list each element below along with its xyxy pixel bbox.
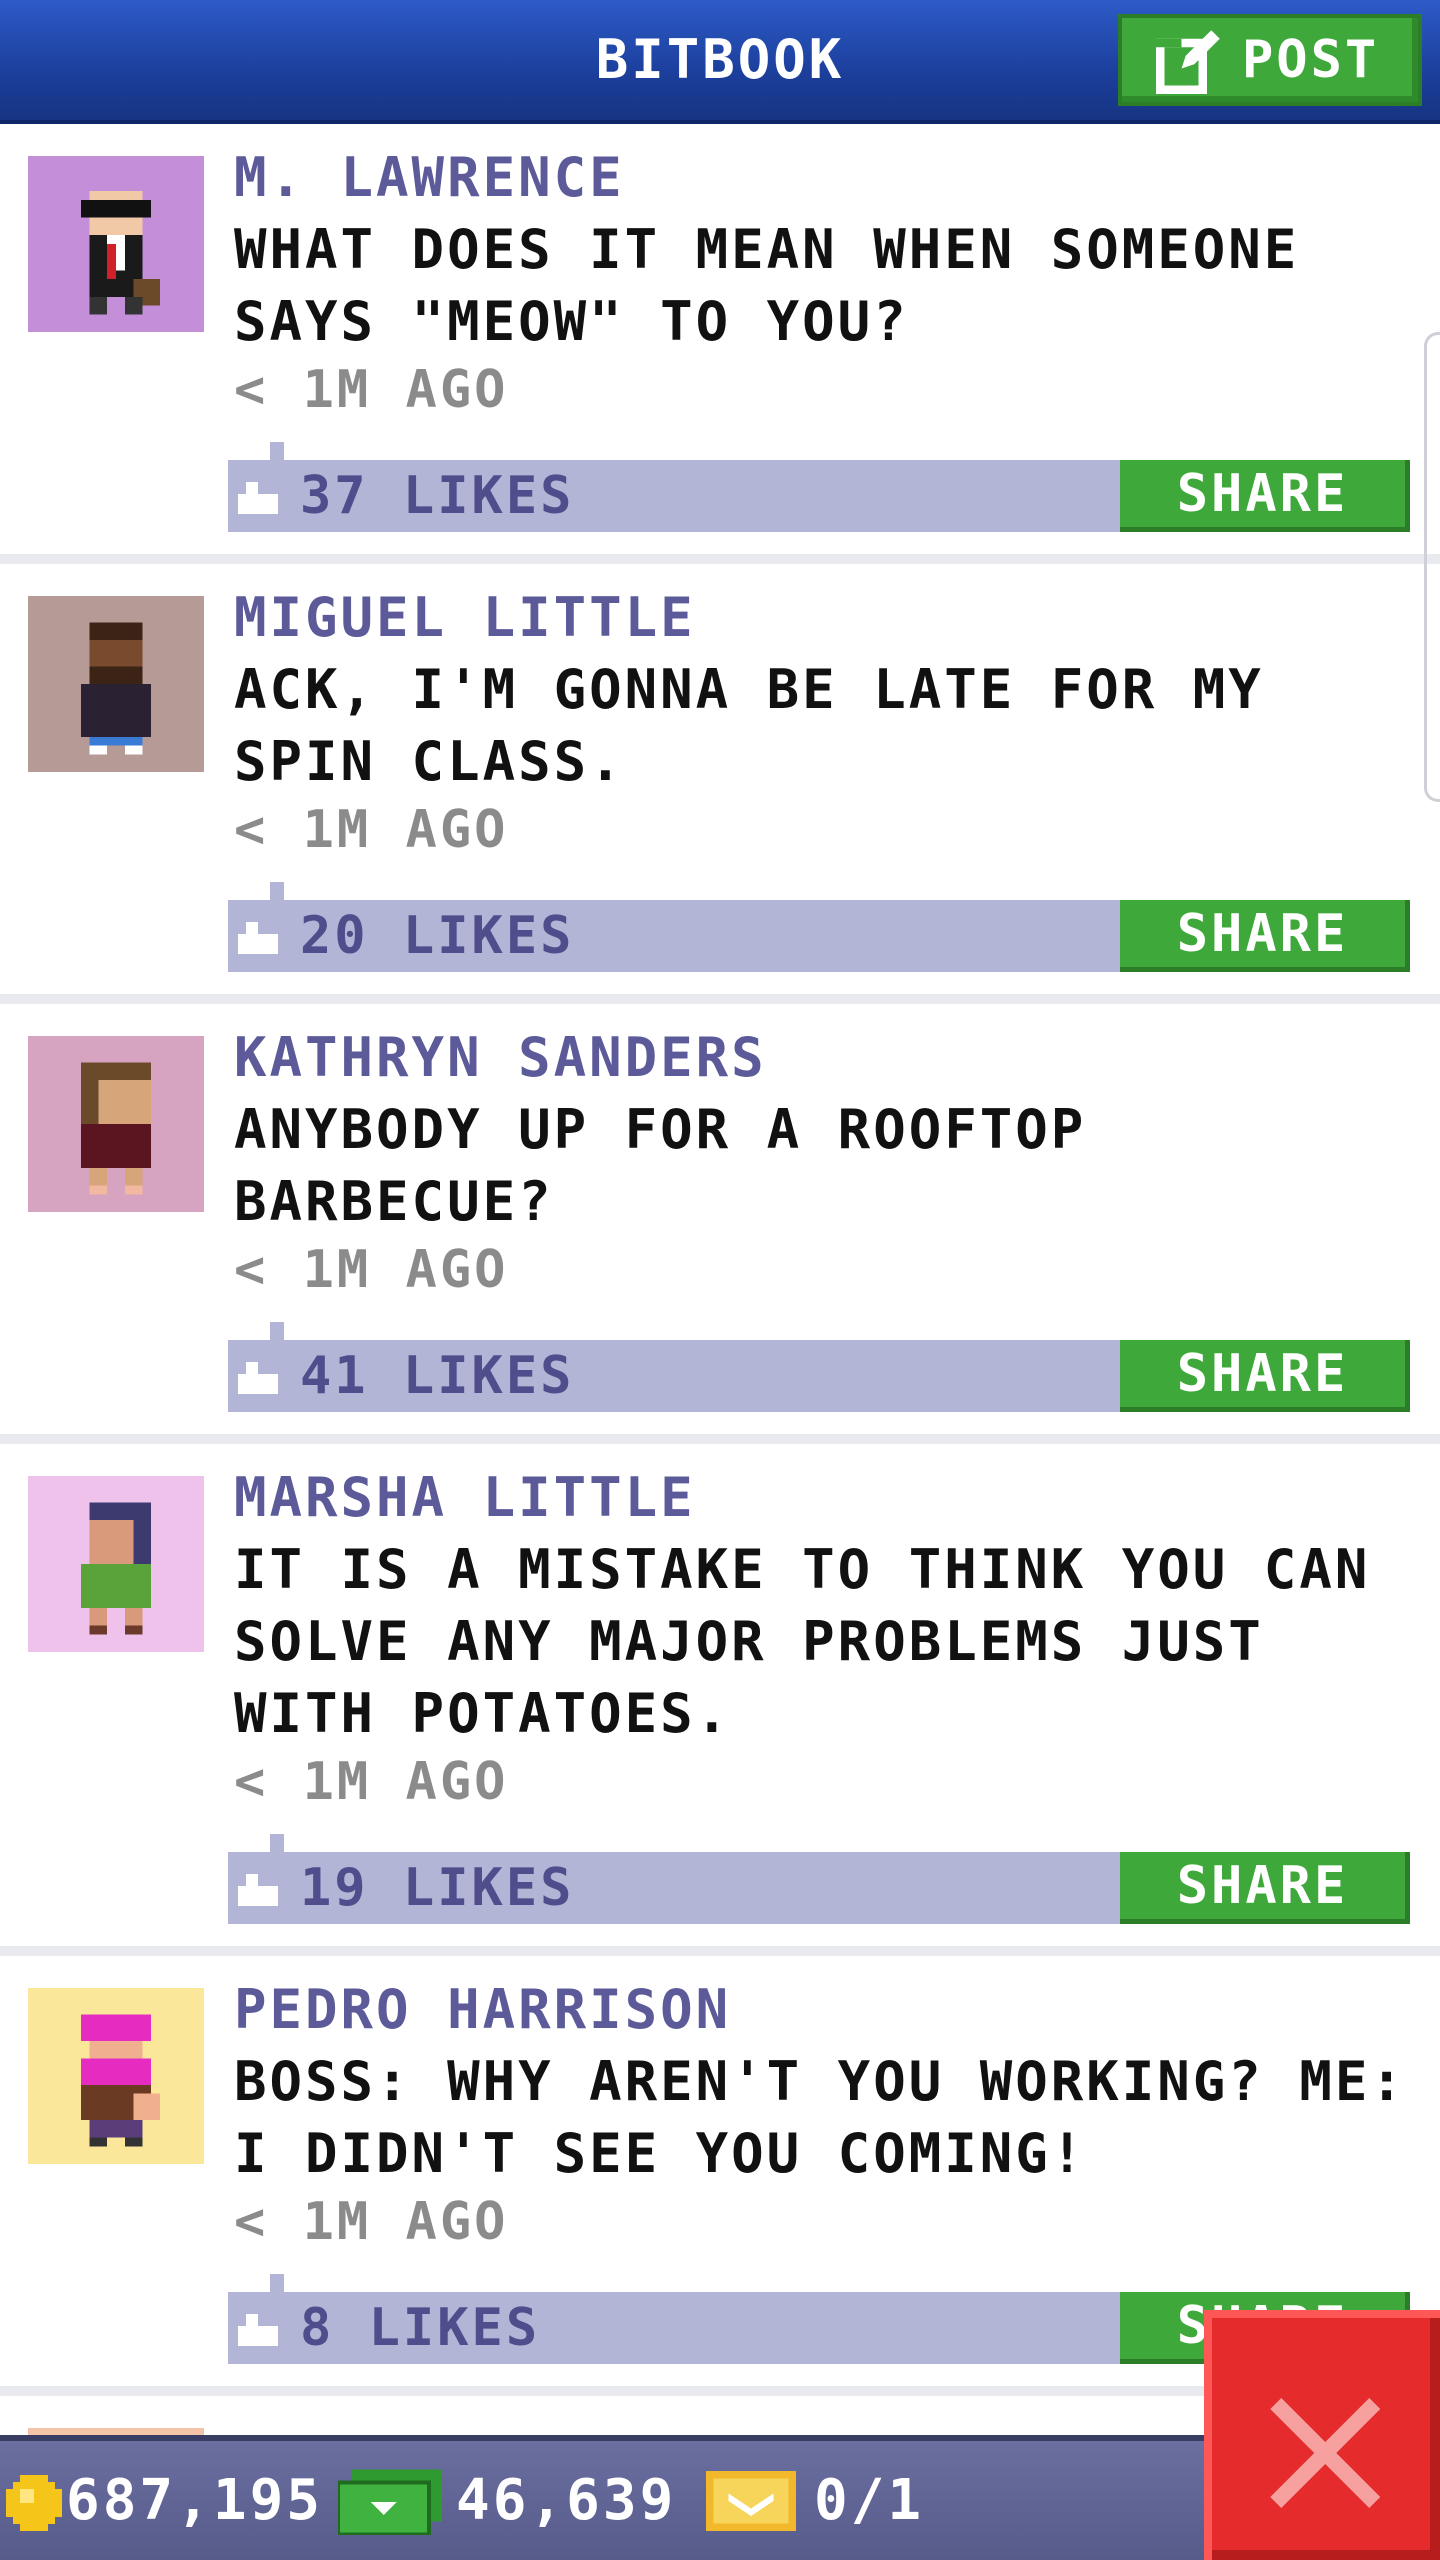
- thumbs-up-icon[interactable]: [238, 482, 278, 514]
- avatar[interactable]: [28, 1476, 204, 1652]
- post-author: M. LAWRENCE: [234, 146, 625, 209]
- post-author: MIGUEL LITTLE: [234, 586, 696, 649]
- post-author: MARSHA LITTLE: [234, 1466, 696, 1529]
- bux-icon: [338, 2469, 442, 2535]
- post-button-label: POST: [1242, 30, 1380, 90]
- post-message: ACK, I'M GONNA BE LATE FOR MY SPIN CLASS…: [234, 658, 1264, 793]
- coin-icon: [6, 2475, 62, 2531]
- avatar[interactable]: [28, 1036, 204, 1212]
- close-button[interactable]: [1204, 2310, 1440, 2560]
- thumbs-up-icon[interactable]: [238, 1362, 278, 1394]
- thumbs-up-icon[interactable]: [238, 922, 278, 954]
- likes-count: 8 LIKES: [300, 2298, 541, 2358]
- thumbs-up-icon[interactable]: [238, 2314, 278, 2346]
- post-message: BOSS: WHY AREN'T YOU WORKING? ME: I DIDN…: [234, 2050, 1406, 2185]
- ticket-icon: [706, 2471, 796, 2531]
- post-message: WHAT DOES IT MEAN WHEN SOMEONE SAYS "MEO…: [234, 218, 1300, 353]
- edit-icon: [1156, 30, 1220, 94]
- avatar[interactable]: [28, 1988, 204, 2164]
- feed-post: MIGUEL LITTLE ACK, I'M GONNA BE LATE FOR…: [0, 564, 1440, 1004]
- post-time: < 1M AGO: [234, 2192, 509, 2252]
- post-time: < 1M AGO: [234, 1240, 509, 1300]
- post-button[interactable]: POST: [1118, 14, 1422, 106]
- scroll-indicator: [1424, 332, 1440, 802]
- close-icon: [1270, 2398, 1380, 2508]
- post-time: < 1M AGO: [234, 800, 509, 860]
- likes-count: 20 LIKES: [300, 906, 575, 966]
- feed-post: M. LAWRENCE WHAT DOES IT MEAN WHEN SOMEO…: [0, 124, 1440, 564]
- share-button[interactable]: SHARE: [1120, 1852, 1410, 1924]
- app-header: BITBOOK POST: [0, 0, 1440, 124]
- likes-bar: 20 LIKES SHARE: [228, 900, 1410, 972]
- feed-post: KATHRYN SANDERS ANYBODY UP FOR A ROOFTOP…: [0, 1004, 1440, 1444]
- feed-post: MARSHA LITTLE IT IS A MISTAKE TO THINK Y…: [0, 1444, 1440, 1956]
- post-message: ANYBODY UP FOR A ROOFTOP BARBECUE?: [234, 1098, 1087, 1233]
- likes-bar: 41 LIKES SHARE: [228, 1340, 1410, 1412]
- coins-count: 687,195: [66, 2468, 324, 2533]
- post-time: < 1M AGO: [234, 360, 509, 420]
- likes-bar: 37 LIKES SHARE: [228, 460, 1410, 532]
- bux-count: 46,639: [456, 2468, 677, 2533]
- post-time: < 1M AGO: [234, 1752, 509, 1812]
- avatar[interactable]: [28, 156, 204, 332]
- post-author: KATHRYN SANDERS: [234, 1026, 767, 1089]
- share-button[interactable]: SHARE: [1120, 460, 1410, 532]
- likes-count: 37 LIKES: [300, 466, 575, 526]
- likes-count: 41 LIKES: [300, 1346, 575, 1406]
- share-button[interactable]: SHARE: [1120, 900, 1410, 972]
- likes-count: 19 LIKES: [300, 1858, 575, 1918]
- share-button[interactable]: SHARE: [1120, 1340, 1410, 1412]
- avatar[interactable]: [28, 596, 204, 772]
- post-message: IT IS A MISTAKE TO THINK YOU CAN SOLVE A…: [234, 1538, 1371, 1745]
- tickets-count: 0/1: [814, 2468, 925, 2533]
- likes-bar: 19 LIKES SHARE: [228, 1852, 1410, 1924]
- post-author: PEDRO HARRISON: [234, 1978, 732, 2041]
- thumbs-up-icon[interactable]: [238, 1874, 278, 1906]
